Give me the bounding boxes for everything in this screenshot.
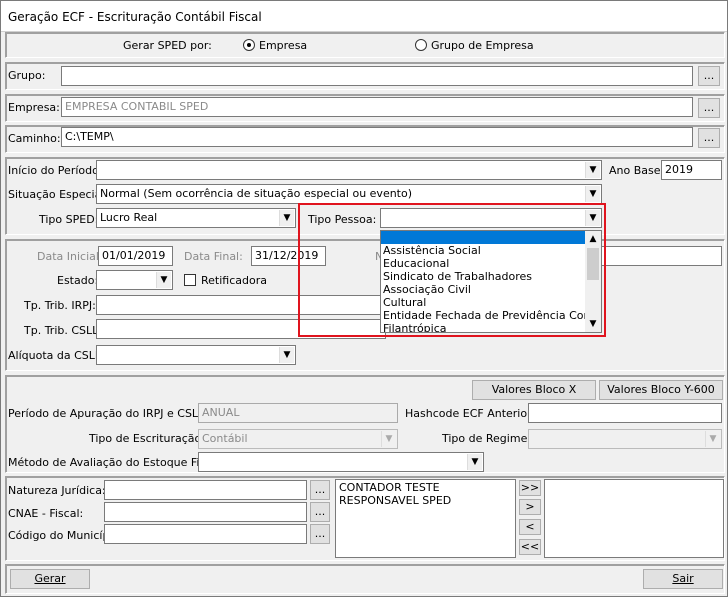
empresa-radio-label[interactable]: Empresa [259, 39, 307, 52]
grupo-input[interactable] [61, 66, 693, 86]
title-bar: Geração ECF - Escrituração Contábil Fisc… [1, 1, 727, 32]
grupo-empresa-radio-label[interactable]: Grupo de Empresa [431, 39, 534, 52]
aliquota-csll-label: Alíquota da CSLL: [8, 349, 105, 362]
empresa-label: Empresa: [8, 101, 60, 114]
footer-group [5, 564, 725, 594]
ano-base-label: Ano Base: [609, 164, 665, 177]
aliquota-csll-select[interactable]: ▼ [96, 345, 296, 365]
natureza-browse-button[interactable]: ... [310, 480, 330, 500]
responsaveis-available-list[interactable]: CONTADOR TESTE RESPONSAVEL SPED [335, 479, 516, 558]
chevron-down-icon[interactable]: ▼ [279, 210, 294, 226]
situacao-especial-select[interactable]: Normal (Sem ocorrência de situação espec… [96, 184, 602, 204]
valores-bloco-x-button[interactable]: Valores Bloco X [472, 380, 596, 400]
cnae-fiscal-label: CNAE - Fiscal: [8, 507, 84, 520]
caminho-input[interactable]: C:\TEMP\ [61, 127, 693, 147]
move-right-button[interactable]: > [519, 499, 541, 515]
ano-base-input[interactable]: 2019 [661, 160, 722, 180]
empresa-input[interactable]: EMPRESA CONTABIL SPED [61, 97, 693, 117]
chevron-down-icon[interactable]: ▼ [279, 347, 294, 363]
inicio-periodo-select[interactable]: ▼ [96, 160, 602, 180]
grupo-empresa-radio[interactable] [415, 39, 427, 51]
sair-button-label: Sair [672, 572, 694, 585]
list-item[interactable]: CONTADOR TESTE [339, 481, 512, 494]
estado-select[interactable]: ▼ [96, 270, 173, 290]
list-item[interactable]: RESPONSAVEL SPED [339, 494, 512, 507]
tipo-sped-select[interactable]: Lucro Real ▼ [96, 208, 296, 228]
natureza-juridica-input[interactable] [104, 480, 307, 500]
chevron-down-icon[interactable]: ▼ [156, 272, 171, 288]
situacao-especial-label: Situação Especial: [8, 188, 109, 201]
gerar-button-label: Gerar [34, 572, 66, 585]
caminho-browse-button[interactable]: ... [698, 128, 720, 148]
responsaveis-selected-list[interactable] [544, 479, 724, 558]
tipo-sped-value: Lucro Real [100, 211, 158, 224]
hashcode-label: Hashcode ECF Anterior: [405, 407, 536, 420]
inicio-periodo-label: Início do Período: [8, 164, 103, 177]
irpj-label: Tp. Trib. IRPJ: [24, 299, 96, 312]
tipo-regime-select[interactable]: ▼ [528, 429, 722, 449]
gerar-button[interactable]: Gerar [10, 569, 90, 589]
empresa-radio[interactable] [243, 39, 255, 51]
tipo-escrituracao-select[interactable]: Contábil ▼ [198, 429, 398, 449]
csll-label: Tp. Trib. CSLL: [24, 324, 102, 337]
tipo-escrituracao-label: Tipo de Escrituração: [89, 432, 205, 445]
sair-button[interactable]: Sair [643, 569, 723, 589]
empresa-browse-button[interactable]: ... [698, 98, 720, 118]
window-title: Geração ECF - Escrituração Contábil Fisc… [8, 10, 262, 24]
retificadora-checkbox[interactable] [184, 274, 196, 286]
grupo-browse-button[interactable]: ... [698, 66, 720, 86]
data-inicial-input[interactable]: 01/01/2019 [98, 246, 173, 266]
natureza-juridica-label: Natureza Jurídica: [8, 484, 106, 497]
grupo-label: Grupo: [8, 69, 46, 82]
municipio-browse-button[interactable]: ... [310, 524, 330, 544]
data-final-label: Data Final: [184, 250, 243, 263]
chevron-down-icon[interactable]: ▼ [705, 431, 720, 447]
move-left-button[interactable]: < [519, 519, 541, 535]
codigo-municipio-input[interactable] [104, 524, 307, 544]
n-input[interactable] [601, 246, 722, 266]
retificadora-label[interactable]: Retificadora [201, 274, 267, 287]
tipo-regime-label: Tipo de Regime: [442, 432, 532, 445]
highlight-box [298, 203, 606, 337]
periodo-apuracao-input[interactable]: ANUAL [198, 403, 398, 423]
chevron-down-icon[interactable]: ▼ [585, 186, 600, 202]
gerar-sped-group [5, 32, 725, 58]
caminho-label: Caminho: [8, 132, 61, 145]
metodo-estoque-select[interactable]: ▼ [198, 452, 484, 472]
cnae-browse-button[interactable]: ... [310, 502, 330, 522]
chevron-down-icon[interactable]: ▼ [585, 162, 600, 178]
move-all-left-button[interactable]: << [519, 539, 541, 555]
metodo-estoque-label: Método de Avaliação do Estoque Final: [8, 456, 220, 469]
cnae-fiscal-input[interactable] [104, 502, 307, 522]
move-all-right-button[interactable]: >> [519, 480, 541, 496]
estado-label: Estado: [57, 274, 99, 287]
periodo-apuracao-label: Período de Apuração do IRPJ e CSLL: [8, 407, 208, 420]
hashcode-input[interactable] [528, 403, 722, 423]
data-inicial-label: Data Inicial: [37, 250, 103, 263]
main-window: Geração ECF - Escrituração Contábil Fisc… [0, 0, 728, 597]
tipo-escrituracao-value: Contábil [202, 432, 248, 445]
chevron-down-icon[interactable]: ▼ [467, 454, 482, 470]
tipo-sped-label: Tipo SPED: [39, 213, 99, 226]
gerar-sped-label: Gerar SPED por: [123, 39, 212, 52]
chevron-down-icon[interactable]: ▼ [381, 431, 396, 447]
situacao-especial-value: Normal (Sem ocorrência de situação espec… [100, 187, 413, 200]
valores-bloco-y600-button[interactable]: Valores Bloco Y-600 [599, 380, 723, 400]
